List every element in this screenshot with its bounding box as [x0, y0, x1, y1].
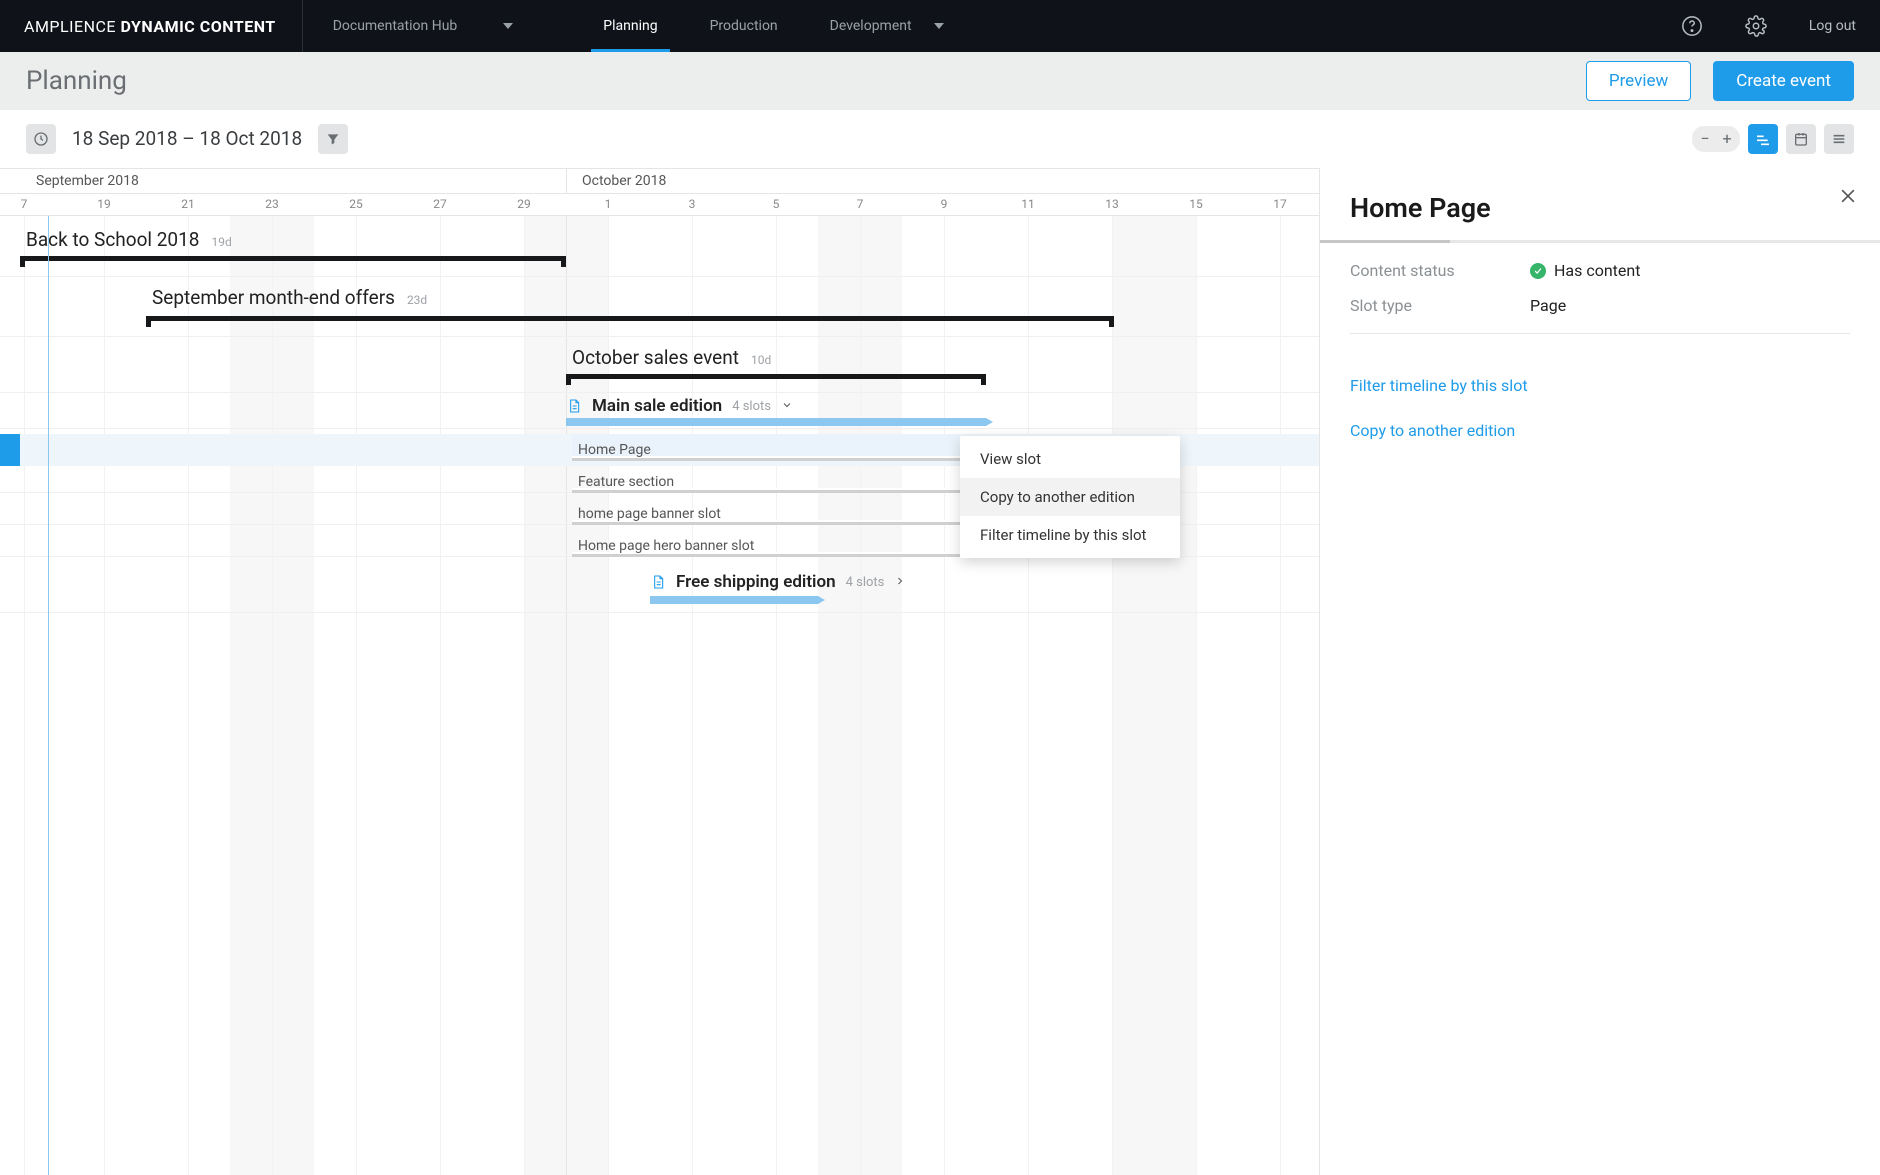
chevron-right-icon[interactable] — [894, 572, 906, 592]
timeline-canvas[interactable]: Back to School 201819d September month-en… — [0, 216, 1319, 1175]
month-label: October 2018 — [582, 173, 666, 189]
edition-title[interactable]: Main sale edition4 slots — [566, 396, 793, 416]
timeline[interactable]: September 2018October 2018 7192123252729… — [0, 168, 1320, 1175]
hub-selector-label: Documentation Hub — [333, 18, 458, 34]
date-presets-button[interactable] — [26, 124, 56, 154]
day-tick: 19 — [97, 197, 111, 211]
date-range-label: 18 Sep 2018 – 18 Oct 2018 — [72, 127, 302, 150]
sub-header: Planning Preview Create event — [0, 52, 1880, 110]
context-menu-item[interactable]: Filter timeline by this slot — [960, 516, 1180, 554]
slot-context-menu: View slotCopy to another editionFilter t… — [960, 436, 1180, 558]
timeline-toolbar: 18 Sep 2018 – 18 Oct 2018 − + — [0, 110, 1880, 168]
selected-row-marker — [0, 434, 20, 466]
context-menu-item[interactable]: View slot — [960, 440, 1180, 478]
page-title: Planning — [26, 66, 127, 96]
slot-row[interactable]: home page banner slot — [572, 500, 960, 528]
chevron-down-icon[interactable] — [781, 396, 793, 416]
view-timeline-button[interactable] — [1748, 124, 1778, 154]
body-split: September 2018October 2018 7192123252729… — [0, 168, 1880, 1175]
hub-selector[interactable]: Documentation Hub — [329, 18, 518, 34]
day-tick: 23 — [265, 197, 279, 211]
slot-detail-panel: Home Page Content status Has content Slo… — [1320, 168, 1880, 1175]
event-title[interactable]: September month-end offers23d — [152, 286, 427, 309]
month-header: September 2018 October 2018 — [0, 168, 1319, 194]
slot-row[interactable]: Feature section — [572, 468, 960, 496]
nav-tab-label: Production — [710, 18, 778, 34]
create-event-button[interactable]: Create event — [1713, 61, 1854, 101]
context-menu-item[interactable]: Copy to another edition — [960, 478, 1180, 516]
day-tick: 5 — [773, 197, 780, 211]
day-tick: 9 — [941, 197, 948, 211]
slot-row[interactable]: Home Page — [572, 436, 960, 464]
status-ok-icon — [1530, 263, 1546, 279]
day-tick: 17 — [1273, 197, 1287, 211]
panel-title: Home Page — [1350, 192, 1850, 224]
day-tick: 15 — [1189, 197, 1203, 211]
weekend-shade — [1112, 216, 1196, 1175]
edition-bar[interactable] — [650, 596, 818, 604]
nav-tab-planning[interactable]: Planning — [577, 0, 683, 52]
view-calendar-button[interactable] — [1786, 124, 1816, 154]
close-panel-button[interactable] — [1838, 186, 1858, 210]
day-tick: 11 — [1021, 197, 1035, 211]
day-tick: 21 — [181, 197, 195, 211]
event-bar[interactable] — [20, 256, 566, 261]
topnav-right: Log out — [1681, 15, 1856, 37]
month-label: September 2018 — [36, 173, 139, 189]
brand-separator — [302, 0, 303, 52]
day-tick: 13 — [1105, 197, 1119, 211]
day-tick: 29 — [517, 197, 531, 211]
document-icon — [650, 573, 666, 591]
day-tick: 1 — [605, 197, 612, 211]
nav-tab-development[interactable]: Development — [804, 0, 970, 52]
day-tick: 27 — [433, 197, 447, 211]
panel-tab-strip — [1320, 240, 1880, 243]
view-list-button[interactable] — [1824, 124, 1854, 154]
nav-tab-production[interactable]: Production — [684, 0, 804, 52]
top-nav: AMPLIENCE DYNAMIC CONTENT Documentation … — [0, 0, 1880, 52]
day-tick: 3 — [689, 197, 696, 211]
event-bar[interactable] — [566, 374, 986, 379]
panel-divider — [1350, 333, 1850, 334]
nav-tab-label: Planning — [603, 18, 657, 34]
nav-tabs: Planning Production Development — [577, 0, 969, 52]
day-header: 71921232527291357911131517 — [0, 194, 1319, 216]
brand-light: AMPLIENCE — [24, 17, 116, 36]
content-status-label: Content status — [1350, 261, 1490, 280]
day-tick: 7 — [21, 197, 28, 211]
brand-logo: AMPLIENCE DYNAMIC CONTENT — [24, 17, 276, 36]
nav-tab-label: Development — [830, 18, 912, 34]
logout-link[interactable]: Log out — [1809, 18, 1856, 34]
zoom-controls: − + — [1692, 126, 1740, 152]
settings-icon[interactable] — [1745, 15, 1767, 37]
day-tick: 7 — [857, 197, 864, 211]
brand-bold: DYNAMIC CONTENT — [120, 17, 275, 36]
panel-action-link[interactable]: Filter timeline by this slot — [1350, 376, 1850, 395]
preview-button[interactable]: Preview — [1586, 61, 1691, 101]
event-bar[interactable] — [146, 316, 1114, 321]
zoom-out-button[interactable]: − — [1694, 128, 1716, 150]
event-title[interactable]: October sales event10d — [572, 346, 771, 369]
caret-down-icon — [503, 23, 513, 29]
filter-button[interactable] — [318, 124, 348, 154]
slot-row[interactable]: Home page hero banner slot — [572, 532, 960, 560]
document-icon — [566, 397, 582, 415]
day-tick: 25 — [349, 197, 363, 211]
slot-type-value: Page — [1530, 296, 1566, 315]
edition-title[interactable]: Free shipping edition4 slots — [650, 572, 906, 592]
help-icon[interactable] — [1681, 15, 1703, 37]
content-status-value: Has content — [1554, 261, 1640, 280]
event-title[interactable]: Back to School 201819d — [26, 228, 232, 251]
zoom-in-button[interactable]: + — [1716, 128, 1738, 150]
today-indicator — [48, 216, 49, 1175]
slot-type-label: Slot type — [1350, 296, 1490, 315]
caret-down-icon — [934, 23, 944, 29]
edition-bar[interactable] — [566, 418, 986, 426]
panel-action-link[interactable]: Copy to another edition — [1350, 421, 1850, 440]
